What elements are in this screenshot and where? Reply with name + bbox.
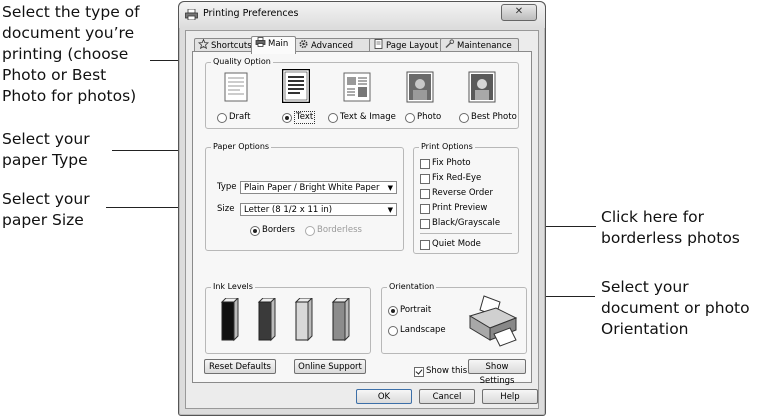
print-preview-label: Print Preview [432,203,488,213]
text-image-label: Text & Image [340,112,396,122]
text-image-doc-icon[interactable] [343,72,371,102]
fix-photo-checkbox[interactable] [420,159,430,169]
show-settings-button[interactable]: Show Settings [468,359,526,386]
tab-label: Shortcuts [211,41,252,51]
photo-label: Photo [417,112,442,122]
tab-main[interactable]: Main [251,36,296,54]
ink-levels-title: Ink Levels [211,282,255,292]
ink-levels-group: Ink Levels [205,282,371,354]
divider [420,233,512,234]
landscape-radio[interactable] [388,326,398,336]
draft-label: Draft [229,112,251,122]
ink-cartridge-3 [294,298,313,342]
best-photo-label: Best Photo [471,112,517,122]
show-screen-first-checkbox[interactable] [414,367,424,377]
chevron-down-icon: ▼ [387,184,393,192]
paper-type-select[interactable]: Plain Paper / Bright White Paper ▼ [240,181,397,194]
printing-preferences-window: Printing Preferences ✕ Shortcuts Main Ad… [178,1,546,416]
borderless-radio[interactable] [305,226,315,236]
best-photo-icon[interactable] [468,71,496,103]
tab-label: Page Layout [386,41,439,51]
callout-borderless: Click here for borderless photos [601,208,740,247]
gear-icon [299,39,308,49]
black-grayscale-checkbox[interactable] [420,219,430,229]
landscape-label: Landscape [400,325,446,335]
orientation-title: Orientation [387,282,437,292]
print-preview-checkbox[interactable] [420,204,430,214]
paper-options-group: Paper Options Type Plain Paper / Bright … [205,142,404,251]
quality-option-group: Quality Option Draft Text Text & Image P… [205,57,519,129]
quiet-mode-checkbox[interactable] [420,240,430,250]
ink-cartridges [220,298,350,342]
callout-document-type: Select the type of document you’re print… [2,3,140,105]
best-photo-radio[interactable] [459,113,469,123]
callout-paper-type: Select your paper Type [2,130,90,169]
reverse-order-checkbox[interactable] [420,189,430,199]
black-grayscale-label: Black/Grayscale [432,218,501,228]
ink-cartridge-1 [220,298,239,342]
tab-label: Main [268,39,289,49]
borderless-label: Borderless [317,225,362,235]
draft-radio[interactable] [217,113,227,123]
ink-cartridge-2 [257,298,276,342]
text-doc-icon[interactable] [282,69,310,103]
photo-radio[interactable] [405,113,415,123]
quality-option-title: Quality Option [211,57,273,67]
printer-orientation-icon [468,295,518,347]
star-icon [198,39,209,49]
photo-icon[interactable] [406,71,434,103]
draft-doc-icon[interactable] [224,72,248,102]
fix-red-eye-checkbox[interactable] [420,174,430,184]
print-options-group: Print Options Fix Photo Fix Red-Eye Reve… [413,142,519,254]
window-title: Printing Preferences [203,8,299,19]
text-image-radio[interactable] [328,113,338,123]
close-icon: ✕ [514,6,524,17]
reset-defaults-button[interactable]: Reset Defaults [204,359,276,374]
close-button[interactable]: ✕ [501,4,537,21]
page-icon [374,39,383,49]
paper-options-title: Paper Options [211,142,272,152]
ok-button[interactable]: OK [356,389,412,404]
paper-size-value: Letter (8 1/2 x 11 in) [244,205,333,215]
cancel-button[interactable]: Cancel [419,389,475,404]
portrait-label: Portrait [400,305,432,315]
text-label: Text [294,111,316,124]
fix-photo-label: Fix Photo [432,158,471,168]
printer-icon [255,37,266,47]
paper-size-select[interactable]: Letter (8 1/2 x 11 in) ▼ [240,203,397,216]
callout-paper-size: Select your paper Size [2,190,90,229]
text-radio[interactable] [282,113,292,123]
dialog-client: Shortcuts Main Advanced Page Layout Main… [185,30,539,409]
print-options-title: Print Options [419,142,475,152]
ink-cartridge-4 [331,298,350,342]
paper-size-label: Size [217,204,235,214]
borders-radio[interactable] [250,226,260,236]
tab-label: Maintenance [457,41,512,51]
reverse-order-label: Reverse Order [432,188,494,198]
tab-label: Advanced [311,41,353,51]
orientation-group: Orientation Portrait Landscape [381,282,527,354]
chevron-down-icon: ▼ [387,206,393,214]
title-bar: Printing Preferences ✕ [179,2,545,28]
main-tab-panel: Quality Option Draft Text Text & Image P… [192,51,532,383]
help-button[interactable]: Help [482,389,538,404]
callout-orientation: Select your document or photo Orientatio… [601,278,750,338]
wrench-icon [445,39,455,48]
paper-type-value: Plain Paper / Bright White Paper [244,183,380,193]
quiet-mode-label: Quiet Mode [432,239,481,249]
portrait-radio[interactable] [388,306,398,316]
printer-icon [185,9,198,20]
fix-red-eye-label: Fix Red-Eye [432,173,482,183]
paper-type-label: Type [217,182,237,192]
online-support-button[interactable]: Online Support [294,359,366,374]
borders-label: Borders [262,225,295,235]
